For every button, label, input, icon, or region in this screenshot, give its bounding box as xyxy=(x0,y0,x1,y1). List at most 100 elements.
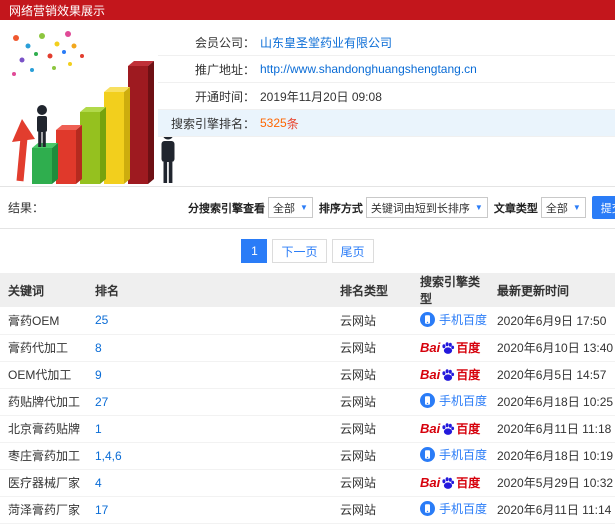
result-label: 结果： xyxy=(8,201,45,215)
keyword-cell: 膏药代加工 xyxy=(0,334,87,362)
table-header-row: 关键词 排名 排名类型 搜索引擎类型 最新更新时间 xyxy=(0,273,615,307)
updated-cell: 2020年6月18日 10:25 xyxy=(489,388,615,416)
mobile-baidu-label: 手机百度 xyxy=(439,502,488,516)
chevron-down-icon: ▼ xyxy=(572,203,581,212)
updated-cell: 2020年6月5日 14:57 xyxy=(489,361,615,389)
keyword-cell: 药贴牌代加工 xyxy=(0,388,87,416)
engine-filter-label: 分搜索引擎查看 xyxy=(188,202,265,215)
mobile-phone-icon xyxy=(420,501,435,516)
page-last-button[interactable]: 尾页 xyxy=(331,239,374,263)
results-toolbar: 结果： 分搜索引擎查看 全部 ▼ 排序方式 关键词由短到长排序 ▼ 文章类型 全… xyxy=(0,186,615,229)
table-body: 膏药OEM 25 云网站 手机百度 2020年6月9日 17:50 膏药代加工 … xyxy=(0,307,615,524)
updated-cell: 2020年6月18日 10:19 xyxy=(489,442,615,470)
engine-cell: Bai 百度 xyxy=(412,334,489,362)
mobile-baidu-logo: 手机百度 xyxy=(420,446,487,463)
table-row: 枣庄膏药加工 1,4,6 云网站 手机百度 2020年6月18日 10:19 xyxy=(0,442,615,470)
pagination: 1 下一页 尾页 xyxy=(0,229,615,273)
engine-cell: 手机百度 xyxy=(412,388,489,416)
col-rank-type: 排名类型 xyxy=(332,273,412,307)
baidu-du-text: 百度 xyxy=(456,422,481,436)
baidu-du-text: 百度 xyxy=(456,476,481,490)
engine-cell: 手机百度 xyxy=(412,496,489,524)
rank-type-cell: 云网站 xyxy=(332,415,412,443)
article-type-value: 全部 xyxy=(545,202,568,215)
rank-link[interactable]: 25 xyxy=(95,313,108,327)
col-updated: 最新更新时间 xyxy=(489,273,615,307)
chevron-down-icon: ▼ xyxy=(474,203,483,212)
mobile-baidu-logo: 手机百度 xyxy=(420,500,487,517)
baidu-logo: Bai 百度 xyxy=(420,474,480,491)
baidu-logo: Bai 百度 xyxy=(420,366,480,383)
info-row-rank-count: 搜索引擎排名： 5325 条 xyxy=(158,110,615,137)
sort-select-value: 关键词由短到长排序 xyxy=(370,202,470,215)
table-row: 北京膏药贴牌 1 云网站 Bai 百度 2020年6月11日 11:18 xyxy=(0,415,615,443)
mobile-baidu-logo: 手机百度 xyxy=(420,392,487,409)
company-name-link[interactable]: 山东皇圣堂药业有限公司 xyxy=(260,34,392,51)
article-type-label: 文章类型 xyxy=(493,202,538,215)
rank-link[interactable]: 1,4,6 xyxy=(95,449,122,463)
rank-count-label: 搜索引擎排名： xyxy=(170,116,255,131)
keyword-cell: 菏泽膏药厂家 xyxy=(0,496,87,524)
promo-url-label: 推广地址： xyxy=(194,62,255,77)
bar-yellow xyxy=(104,87,130,184)
table-row: 药贴牌代加工 27 云网站 手机百度 2020年6月18日 10:25 xyxy=(0,388,615,416)
rank-link[interactable]: 1 xyxy=(95,422,102,436)
rank-type-cell: 云网站 xyxy=(332,361,412,389)
info-panel: 会员公司： 山东皇圣堂药业有限公司 推广地址： http://www.shand… xyxy=(0,20,615,186)
engine-select[interactable]: 全部 ▼ xyxy=(268,197,313,218)
keyword-cell: 医疗器械厂家 xyxy=(0,469,87,497)
bar-darkred xyxy=(128,61,154,184)
baidu-bai-text: Bai xyxy=(420,475,441,490)
updated-cell: 2020年6月11日 11:14 xyxy=(489,496,615,524)
rank-type-cell: 云网站 xyxy=(332,442,412,470)
company-info-list: 会员公司： 山东皇圣堂药业有限公司 推广地址： http://www.shand… xyxy=(158,29,615,137)
col-rank: 排名 xyxy=(87,273,332,307)
keyword-table: 关键词 排名 排名类型 搜索引擎类型 最新更新时间 膏药OEM 25 云网站 手… xyxy=(0,273,615,524)
baidu-bai-text: Bai xyxy=(420,421,441,436)
mobile-baidu-label: 手机百度 xyxy=(439,448,488,462)
page-title: 网络营销效果展示 xyxy=(9,3,106,18)
engine-cell: 手机百度 xyxy=(412,307,489,335)
updated-cell: 2020年6月11日 11:18 xyxy=(489,415,615,443)
title-bar: 网络营销效果展示 xyxy=(0,0,615,20)
updated-cell: 2020年6月10日 13:40 xyxy=(489,334,615,362)
baidu-paw-icon xyxy=(442,422,455,435)
promo-url-link[interactable]: http://www.shandonghuangshengtang.cn xyxy=(260,62,477,76)
info-row-company: 会员公司： 山东皇圣堂药业有限公司 xyxy=(158,29,615,56)
baidu-logo: Bai 百度 xyxy=(420,339,480,356)
chevron-down-icon: ▼ xyxy=(300,203,308,212)
col-engine-type: 搜索引擎类型 xyxy=(412,273,489,307)
company-label: 会员公司： xyxy=(194,35,255,50)
rank-link[interactable]: 9 xyxy=(95,368,102,382)
engine-select-value: 全部 xyxy=(273,202,295,215)
article-type-select[interactable]: 全部 ▼ xyxy=(540,197,586,218)
rank-link[interactable]: 4 xyxy=(95,476,102,490)
bar-red xyxy=(56,125,82,184)
businessman-left-icon xyxy=(37,105,47,147)
table-row: 医疗器械厂家 4 云网站 Bai 百度 2020年5月29日 10:32 xyxy=(0,469,615,497)
rank-link[interactable]: 17 xyxy=(95,503,108,517)
page-current[interactable]: 1 xyxy=(241,239,268,263)
rank-link[interactable]: 8 xyxy=(95,341,102,355)
updated-cell: 2020年6月9日 17:50 xyxy=(489,307,615,335)
baidu-du-text: 百度 xyxy=(456,341,481,355)
baidu-du-text: 百度 xyxy=(456,368,481,382)
open-time-value: 2019年11月20日 09:08 xyxy=(260,89,382,104)
mobile-phone-icon xyxy=(420,393,435,408)
page-next-button[interactable]: 下一页 xyxy=(272,239,327,263)
growth-arrow-icon xyxy=(12,119,35,182)
rank-type-cell: 云网站 xyxy=(332,496,412,524)
rank-link[interactable]: 27 xyxy=(95,395,108,409)
submit-button[interactable]: 提交 xyxy=(591,196,615,219)
engine-cell: Bai 百度 xyxy=(412,415,489,443)
info-row-open-time: 开通时间： 2019年11月20日 09:08 xyxy=(158,83,615,110)
table-row: 膏药代加工 8 云网站 Bai 百度 2020年6月10日 13:40 xyxy=(0,334,615,362)
baidu-paw-icon xyxy=(442,476,455,489)
sort-select[interactable]: 关键词由短到长排序 ▼ xyxy=(365,197,488,218)
keyword-cell: 枣庄膏药加工 xyxy=(0,442,87,470)
keyword-cell: 北京膏药贴牌 xyxy=(0,415,87,443)
keyword-cell: 膏药OEM xyxy=(0,307,87,335)
engine-cell: 手机百度 xyxy=(412,442,489,470)
keyword-cell: OEM代加工 xyxy=(0,361,87,389)
rank-type-cell: 云网站 xyxy=(332,334,412,362)
